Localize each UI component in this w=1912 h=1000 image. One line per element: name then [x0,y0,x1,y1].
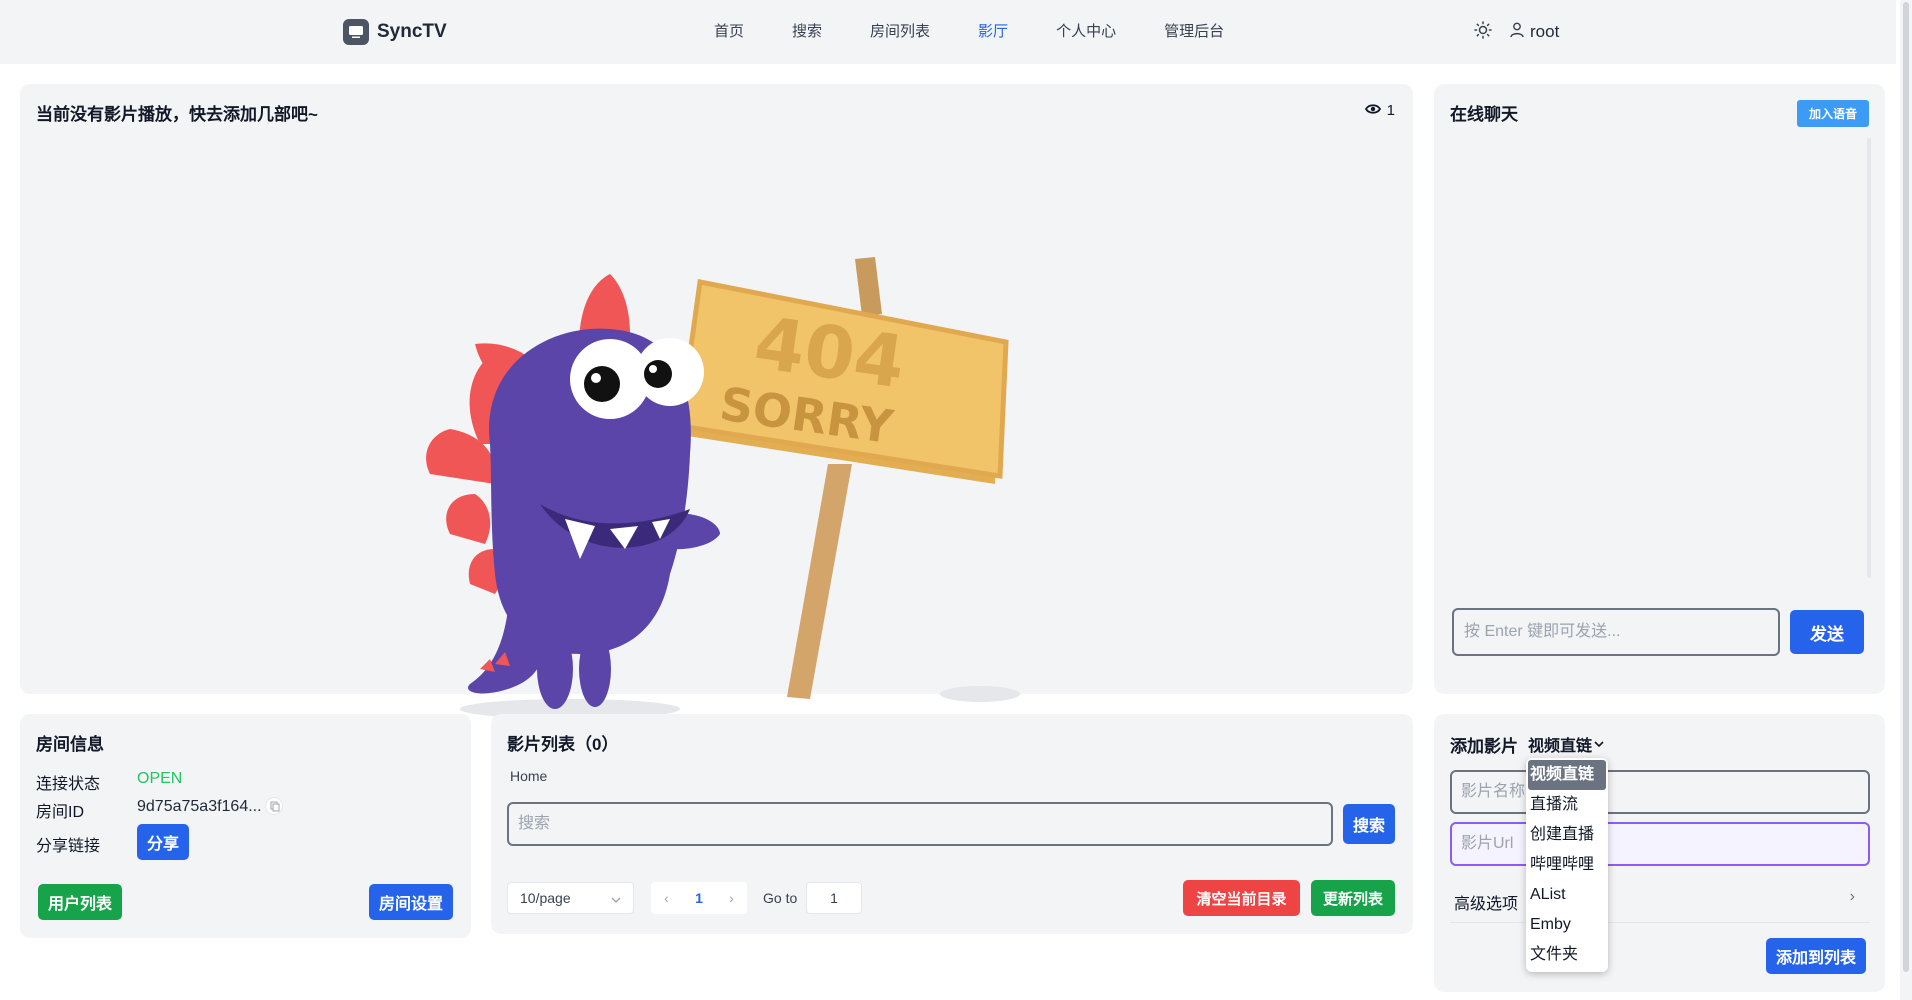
send-button[interactable]: 发送 [1790,610,1864,654]
movie-type-dropdown: 视频直链 直播流 创建直播 哔哩哔哩 AList Emby 文件夹 [1526,758,1608,972]
movie-url-input[interactable] [1450,822,1870,866]
user-menu[interactable]: root [1510,22,1559,43]
top-navbar: SyncTV 首页 搜索 房间列表 影厅 个人中心 管理后台 root [0,0,1896,64]
brand-name: SyncTV [377,21,447,42]
room-id-value: 9d75a75a3f164... [137,798,262,815]
prev-page-icon[interactable]: ‹ [664,890,669,906]
room-settings-button[interactable]: 房间设置 [369,884,453,920]
breadcrumb-home[interactable]: Home [510,768,547,784]
status-value: OPEN [137,770,183,787]
player-title: 当前没有影片播放，快去添加几部吧~ [36,105,318,124]
sun-icon[interactable] [1474,20,1492,44]
chat-title: 在线聊天 [1450,105,1518,124]
user-icon [1510,22,1524,43]
add-to-list-button[interactable]: 添加到列表 [1766,938,1866,974]
join-voice-button[interactable]: 加入语音 [1796,100,1869,127]
chat-card: 在线聊天 加入语音 发送 [1434,84,1885,694]
type-option-live-stream[interactable]: 直播流 [1526,790,1608,820]
room-id-label: 房间ID [36,804,85,821]
movie-search-button[interactable]: 搜索 [1343,804,1395,844]
chat-scrollbar[interactable] [1867,138,1871,578]
page-size-value: 10/page [520,890,571,906]
user-list-button[interactable]: 用户列表 [38,884,122,920]
movie-list-title: 影片列表（0） [507,735,619,754]
chevron-down-icon [611,890,621,906]
movie-search-input[interactable] [507,802,1333,846]
type-option-direct-link[interactable]: 视频直链 [1528,760,1606,790]
nav-admin[interactable]: 管理后台 [1140,20,1248,44]
type-option-alist[interactable]: AList [1526,880,1608,910]
share-button[interactable]: 分享 [137,824,189,860]
next-page-icon[interactable]: › [729,890,734,906]
type-option-bilibili[interactable]: 哔哩哔哩 [1526,850,1608,880]
main-nav: 首页 搜索 房间列表 影厅 个人中心 管理后台 [690,20,1248,44]
type-option-folder[interactable]: 文件夹 [1526,940,1608,970]
chat-input[interactable] [1452,608,1780,656]
nav-home[interactable]: 首页 [690,20,768,44]
viewer-count-value: 1 [1386,102,1395,119]
add-movie-card: 添加影片 视频直链 高级选项 › 添加到列表 [1434,714,1885,992]
chevron-right-icon[interactable]: › [1850,888,1855,906]
copy-icon[interactable] [265,797,283,815]
pagination: ‹ 1 › [651,882,747,914]
nav-right: root [1474,18,1559,46]
goto-label: Go to [763,890,798,906]
nav-search[interactable]: 搜索 [768,20,846,44]
movie-type-value: 视频直链 [1528,738,1593,755]
movie-list-card: 影片列表（0） Home 搜索 10/page ‹ 1 › Go to 清空当前… [491,714,1413,934]
nav-profile[interactable]: 个人中心 [1032,20,1140,44]
nav-room-list[interactable]: 房间列表 [846,20,954,44]
movie-type-select[interactable]: 视频直链 [1528,732,1604,756]
nav-cinema[interactable]: 影厅 [954,20,1032,44]
refresh-list-button[interactable]: 更新列表 [1311,880,1395,916]
advanced-options-label[interactable]: 高级选项 [1454,890,1518,914]
room-info-title: 房间信息 [36,735,104,754]
status-label: 连接状态 [36,776,101,793]
goto-input[interactable] [806,882,862,914]
404-illustration: 404 SORRY [426,257,1020,719]
type-option-emby[interactable]: Emby [1526,910,1608,940]
room-info-card: 房间信息 连接状态 OPEN 房间ID 9d75a75a3f164... 分享链… [20,714,471,938]
brand-logo[interactable]: SyncTV [343,18,447,46]
current-page[interactable]: 1 [695,890,703,906]
viewer-count: 1 [1364,102,1395,119]
eye-icon [1364,102,1381,119]
divider [1450,922,1870,923]
add-movie-title: 添加影片 [1450,737,1518,756]
clear-directory-button[interactable]: 清空当前目录 [1183,880,1300,916]
username: root [1530,22,1560,41]
share-link-label: 分享链接 [36,838,101,855]
tv-icon [343,19,369,45]
player-card: 当前没有影片播放，快去添加几部吧~ 1 404 SORRY [20,84,1413,719]
movie-name-input[interactable] [1450,770,1870,814]
page-scrollbar[interactable] [1903,2,1909,972]
page-size-select[interactable]: 10/page [507,882,634,914]
type-option-create-live[interactable]: 创建直播 [1526,820,1608,850]
chevron-down-icon [1594,735,1604,753]
